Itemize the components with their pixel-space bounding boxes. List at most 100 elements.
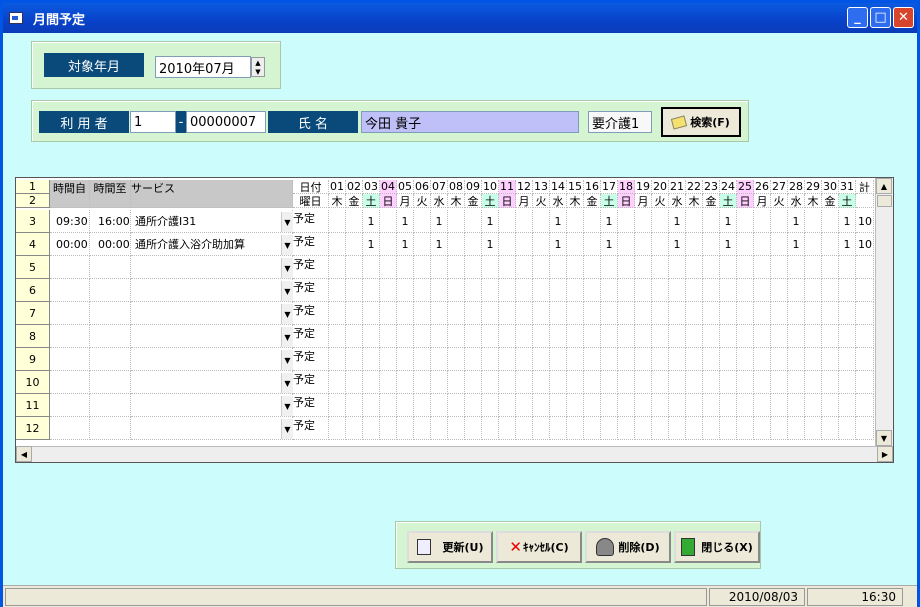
day-cell[interactable] xyxy=(703,279,720,302)
day-cell[interactable] xyxy=(754,233,771,256)
day-cell[interactable] xyxy=(533,233,550,256)
user-code1-input[interactable]: 1 xyxy=(130,111,176,133)
service-dropdown-icon[interactable]: ▼ xyxy=(281,304,293,324)
day-cell[interactable] xyxy=(533,325,550,348)
day-cell[interactable] xyxy=(567,279,584,302)
service-dropdown-icon[interactable]: ▼ xyxy=(281,281,293,301)
scroll-right-icon[interactable]: ▶ xyxy=(877,446,893,462)
day-cell[interactable] xyxy=(805,348,822,371)
day-cell[interactable] xyxy=(482,371,499,394)
day-cell[interactable] xyxy=(720,348,737,371)
service-cell[interactable] xyxy=(131,371,293,394)
day-cell[interactable] xyxy=(329,371,346,394)
day-cell[interactable] xyxy=(329,325,346,348)
day-cell[interactable] xyxy=(329,256,346,279)
day-cell[interactable]: 1 xyxy=(397,210,414,233)
day-cell[interactable] xyxy=(771,325,788,348)
day-cell[interactable] xyxy=(822,256,839,279)
day-cell[interactable] xyxy=(465,417,482,440)
day-cell[interactable] xyxy=(805,417,822,440)
day-cell[interactable] xyxy=(669,302,686,325)
service-dropdown-icon[interactable]: ▼ xyxy=(281,419,293,439)
day-cell[interactable] xyxy=(737,394,754,417)
day-cell[interactable] xyxy=(839,256,856,279)
day-cell[interactable] xyxy=(737,256,754,279)
day-cell[interactable] xyxy=(567,417,584,440)
day-cell[interactable] xyxy=(516,348,533,371)
day-cell[interactable] xyxy=(686,256,703,279)
day-cell[interactable] xyxy=(533,302,550,325)
horizontal-scrollbar[interactable]: ◀ ▶ xyxy=(16,446,893,462)
search-button[interactable]: 検索(F) xyxy=(661,107,741,137)
day-cell[interactable] xyxy=(363,348,380,371)
day-cell[interactable] xyxy=(635,302,652,325)
day-cell[interactable] xyxy=(431,256,448,279)
day-cell[interactable] xyxy=(380,256,397,279)
day-cell[interactable] xyxy=(533,417,550,440)
day-cell[interactable] xyxy=(465,233,482,256)
day-cell[interactable] xyxy=(482,325,499,348)
day-cell[interactable] xyxy=(431,417,448,440)
day-cell[interactable] xyxy=(754,394,771,417)
day-cell[interactable] xyxy=(363,325,380,348)
day-cell[interactable] xyxy=(822,394,839,417)
service-cell[interactable] xyxy=(131,325,293,348)
day-cell[interactable] xyxy=(618,417,635,440)
day-cell[interactable] xyxy=(703,348,720,371)
vertical-scrollbar[interactable]: ▲ ▼ xyxy=(875,178,893,446)
day-cell[interactable] xyxy=(380,325,397,348)
day-cell[interactable]: 1 xyxy=(431,233,448,256)
day-cell[interactable] xyxy=(771,371,788,394)
day-cell[interactable] xyxy=(601,279,618,302)
day-cell[interactable] xyxy=(686,325,703,348)
day-cell[interactable] xyxy=(516,233,533,256)
day-cell[interactable]: 1 xyxy=(482,210,499,233)
day-cell[interactable] xyxy=(618,325,635,348)
day-cell[interactable] xyxy=(465,279,482,302)
service-cell[interactable] xyxy=(131,302,293,325)
day-cell[interactable] xyxy=(737,233,754,256)
maximize-button[interactable]: □ xyxy=(870,7,891,28)
day-cell[interactable] xyxy=(737,417,754,440)
day-cell[interactable] xyxy=(754,348,771,371)
day-cell[interactable] xyxy=(448,348,465,371)
day-cell[interactable] xyxy=(703,302,720,325)
day-cell[interactable]: 1 xyxy=(788,210,805,233)
day-cell[interactable] xyxy=(771,233,788,256)
day-cell[interactable] xyxy=(737,210,754,233)
day-cell[interactable] xyxy=(465,348,482,371)
day-cell[interactable] xyxy=(822,233,839,256)
day-cell[interactable] xyxy=(431,279,448,302)
day-cell[interactable] xyxy=(465,210,482,233)
day-cell[interactable] xyxy=(618,279,635,302)
day-cell[interactable] xyxy=(839,302,856,325)
target-month-input[interactable]: 2010年07月 xyxy=(155,56,251,78)
day-cell[interactable] xyxy=(686,417,703,440)
day-cell[interactable] xyxy=(363,394,380,417)
day-cell[interactable] xyxy=(839,394,856,417)
day-cell[interactable] xyxy=(703,325,720,348)
day-cell[interactable] xyxy=(482,394,499,417)
service-dropdown-icon[interactable]: ▼ xyxy=(281,373,293,393)
scroll-left-icon[interactable]: ◀ xyxy=(16,446,32,462)
day-cell[interactable]: 1 xyxy=(720,210,737,233)
day-cell[interactable] xyxy=(805,302,822,325)
day-cell[interactable] xyxy=(448,325,465,348)
day-cell[interactable] xyxy=(686,302,703,325)
day-cell[interactable] xyxy=(584,302,601,325)
day-cell[interactable] xyxy=(448,233,465,256)
day-cell[interactable] xyxy=(805,394,822,417)
day-cell[interactable] xyxy=(414,210,431,233)
day-cell[interactable] xyxy=(397,325,414,348)
day-cell[interactable] xyxy=(363,417,380,440)
day-cell[interactable] xyxy=(720,417,737,440)
day-cell[interactable] xyxy=(584,348,601,371)
day-cell[interactable] xyxy=(635,417,652,440)
day-cell[interactable]: 1 xyxy=(601,210,618,233)
day-cell[interactable] xyxy=(465,256,482,279)
day-cell[interactable] xyxy=(567,233,584,256)
delete-button[interactable]: 削除(D) xyxy=(585,531,671,563)
day-cell[interactable] xyxy=(720,394,737,417)
day-cell[interactable] xyxy=(380,210,397,233)
day-cell[interactable] xyxy=(703,210,720,233)
